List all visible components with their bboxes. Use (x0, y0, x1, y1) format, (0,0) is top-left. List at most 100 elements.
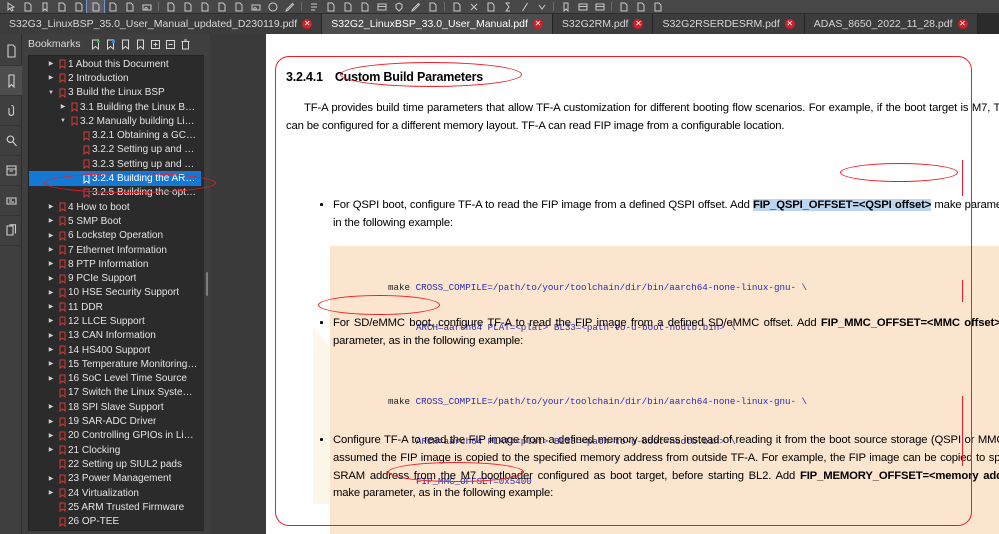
strikeout-icon[interactable] (448, 0, 465, 13)
layout-icon[interactable] (230, 0, 247, 13)
collapse-all-icon[interactable] (164, 38, 177, 51)
chevron-right-icon[interactable]: ▶ (45, 290, 57, 296)
bookmark-item[interactable]: 25 ARM Trusted Firmware (29, 500, 201, 514)
edit-bookmark-icon[interactable] (134, 38, 147, 51)
bookmark-item[interactable]: 17 Switch the Linux System Ti… (29, 386, 201, 400)
edit-icon[interactable] (281, 0, 298, 13)
chevron-right-icon[interactable]: ▶ (45, 404, 57, 410)
link-icon[interactable] (162, 0, 179, 13)
bookmarks-icon[interactable] (0, 66, 22, 96)
dimension-icon[interactable] (356, 0, 373, 13)
shield-icon[interactable] (390, 0, 407, 13)
chevron-right-icon[interactable]: ▶ (45, 318, 57, 324)
bookmark-item[interactable]: ▶ 23 Power Management (29, 472, 201, 486)
chevron-right-icon[interactable]: ▶ (45, 476, 57, 482)
chevron-right-icon[interactable]: ▶ (45, 247, 57, 253)
highlight-icon[interactable] (104, 0, 121, 13)
chevron-right-icon[interactable]: ▶ (45, 276, 57, 282)
bookmark-item[interactable]: ▼ 3.2 Manually building Linux… (29, 114, 201, 128)
document-tab[interactable]: ADAS_8650_2022_11_28.pdf ✕ (804, 14, 978, 34)
attach-icon[interactable] (482, 0, 499, 13)
chevron-right-icon[interactable]: ▶ (45, 261, 57, 267)
bookmark-item[interactable]: ▶ 3.1 Building the Linux BSP … (29, 100, 201, 114)
bookmark-item[interactable]: ▶ 9 PCIe Support (29, 271, 201, 285)
flag-icon[interactable] (70, 0, 87, 13)
bookmark-item[interactable]: ▶ 16 SoC Level Time Source (29, 372, 201, 386)
chevron-right-icon[interactable]: ▶ (45, 347, 57, 353)
stamps-icon[interactable] (0, 186, 22, 216)
document-tab[interactable]: S32G2RM.pdf ✕ (552, 14, 654, 34)
chevron-right-icon[interactable]: ▶ (57, 104, 69, 110)
chevron-right-icon[interactable]: ▶ (45, 490, 57, 496)
document-tab[interactable]: S32G2RSERDESRM.pdf ✕ (653, 14, 805, 34)
chevron-right-icon[interactable]: ▶ (45, 361, 57, 367)
search-icon[interactable] (0, 126, 22, 156)
redact-icon[interactable] (179, 0, 196, 13)
pen-icon[interactable] (407, 0, 424, 13)
chevron-right-icon[interactable]: ▶ (45, 419, 57, 425)
bookmark-item[interactable]: ▶ 19 SAR-ADC Driver (29, 414, 201, 428)
form-icon[interactable] (86, 0, 105, 13)
move-icon[interactable] (322, 0, 339, 13)
keyboard-icon[interactable] (424, 0, 441, 13)
bookmark-item[interactable]: 26 OP-TEE (29, 515, 201, 529)
cross-icon[interactable] (465, 0, 482, 13)
document-tab[interactable]: S32G2_LinuxBSP_33.0_User_Manual.pdf ✕ (322, 14, 553, 34)
bookmark-item[interactable]: ▼ 3 Build the Linux BSP (29, 86, 201, 100)
bookmark-item[interactable]: ▶ 7 Ethernet Information (29, 243, 201, 257)
chevron-right-icon[interactable]: ▶ (45, 304, 57, 310)
bookmark-item[interactable]: ▶ 15 Temperature Monitoring Unit (29, 357, 201, 371)
bookmark-item[interactable]: ▶ 13 CAN Information (29, 329, 201, 343)
bookmark-item-selected[interactable]: 3.2.4 Building the ARM T… (29, 171, 201, 186)
bookmark-item[interactable]: ▶ 14 HS400 Support (29, 343, 201, 357)
bookmark-item[interactable]: ▶ 18 SPI Slave Support (29, 400, 201, 414)
bookmark-item[interactable]: ▶ 24 Virtualization (29, 486, 201, 500)
bookmark-item[interactable]: 3.2.3 Setting up and buil… (29, 157, 201, 171)
image-icon[interactable] (247, 0, 264, 13)
bookmark-icon[interactable] (119, 38, 132, 51)
measure-icon[interactable] (339, 0, 356, 13)
pointer-icon[interactable] (2, 0, 19, 13)
attachments-icon[interactable] (0, 96, 22, 126)
add-child-bookmark-icon[interactable] (104, 38, 117, 51)
checkbox-icon[interactable] (196, 0, 213, 13)
bookmark-item[interactable]: ▶ 6 Lockstep Operation (29, 229, 201, 243)
camera-icon[interactable] (138, 0, 155, 13)
panel-icon[interactable] (591, 0, 608, 13)
bookmark-item[interactable]: ▶ 20 Controlling GPIOs in Linux (29, 429, 201, 443)
signature-icon[interactable] (53, 0, 70, 13)
page-icon[interactable] (213, 0, 230, 13)
bookmark-item[interactable]: ▶ 4 How to boot (29, 200, 201, 214)
chevron-right-icon[interactable]: ▶ (45, 204, 57, 210)
pdf-page-view[interactable]: 3.2.4.1 Custom Build Parameters TF-A pro… (266, 34, 999, 534)
bookmark-item[interactable]: ▶ 5 SMP Boot (29, 214, 201, 228)
chevron-right-icon[interactable]: ▶ (45, 75, 57, 81)
document-tab[interactable]: S32G3_LinuxBSP_35.0_User_Manual_updated_… (0, 14, 323, 34)
layers-icon[interactable] (0, 156, 22, 186)
close-icon[interactable]: ✕ (957, 19, 968, 29)
x2-icon[interactable] (632, 0, 649, 13)
bookmark-item[interactable]: 22 Setting up SIUL2 pads (29, 457, 201, 471)
close-icon[interactable]: ✕ (784, 19, 795, 29)
bookmark-item[interactable]: 3.2.2 Setting up and buil… (29, 143, 201, 157)
caret-icon[interactable] (533, 0, 550, 13)
bookmark-item[interactable]: ▶ 1 About this Document (29, 57, 201, 71)
bookmark-item[interactable]: ▶ 8 PTP Information (29, 257, 201, 271)
bookmark-item[interactable]: ▶ 11 DDR (29, 300, 201, 314)
delete-bookmark-icon[interactable] (179, 38, 192, 51)
expand-all-icon[interactable] (149, 38, 162, 51)
chevron-down-icon[interactable]: ▼ (57, 118, 69, 124)
list-icon[interactable] (305, 0, 322, 13)
chevron-down-icon[interactable]: ▼ (45, 90, 57, 96)
splitter-grip[interactable] (206, 272, 208, 296)
bookmark-item[interactable]: ▶ 12 LLCE Support (29, 314, 201, 328)
chevron-right-icon[interactable]: ▶ (45, 61, 57, 67)
add-bookmark-icon[interactable] (89, 38, 102, 51)
close-icon[interactable]: ✕ (532, 19, 543, 29)
bookmark2-icon[interactable] (557, 0, 574, 13)
x1-icon[interactable] (615, 0, 632, 13)
chevron-right-icon[interactable]: ▶ (45, 376, 57, 382)
frame-icon[interactable] (574, 0, 591, 13)
bookmark-item[interactable]: 3.2.1 Obtaining a GCC to… (29, 128, 201, 142)
slash-icon[interactable] (516, 0, 533, 13)
